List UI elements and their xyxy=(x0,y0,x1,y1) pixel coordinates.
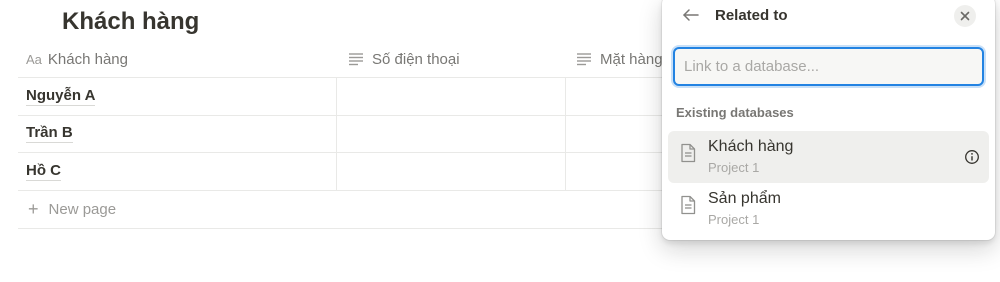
database-search-input[interactable] xyxy=(675,49,982,84)
row-name[interactable]: Trần B xyxy=(26,124,73,144)
phone-cell[interactable] xyxy=(336,78,565,115)
arrow-left-icon[interactable] xyxy=(682,8,700,22)
page-title: Khách hàng xyxy=(62,8,200,35)
page-icon xyxy=(681,195,696,215)
database-workspace: Project 1 xyxy=(708,160,760,175)
table-header: Aa Khách hàng Số điện thoại Mặt hàng xyxy=(18,40,698,78)
plus-icon: + xyxy=(28,199,39,219)
database-item-san-pham[interactable]: Sản phẩm Project 1 xyxy=(668,183,989,235)
row-name[interactable]: Nguyễn A xyxy=(26,87,96,106)
column-header-label: Mặt hàng xyxy=(600,50,663,68)
column-header-phone[interactable]: Số điện thoại xyxy=(346,40,460,78)
text-lines-icon xyxy=(346,49,366,69)
column-header-name[interactable]: Aa Khách hàng xyxy=(26,40,128,78)
column-header-item[interactable]: Mặt hàng xyxy=(574,40,663,78)
new-page-button[interactable]: + New page xyxy=(18,191,698,229)
popup-title: Related to xyxy=(715,7,788,24)
row-name[interactable]: Hồ C xyxy=(26,162,61,181)
title-property-icon: Aa xyxy=(26,51,42,67)
relation-popup: Related to Existing databases Khách hàng… xyxy=(662,0,995,240)
close-button[interactable] xyxy=(954,5,976,27)
section-label: Existing databases xyxy=(676,105,794,120)
close-icon xyxy=(960,11,970,21)
name-cell[interactable]: Hồ C xyxy=(18,153,336,190)
info-icon[interactable] xyxy=(964,149,980,165)
name-cell[interactable]: Trần B xyxy=(18,116,336,153)
text-lines-icon xyxy=(574,49,594,69)
table-row: Nguyễn A xyxy=(18,78,698,116)
table-row: Trần B xyxy=(18,115,698,153)
phone-cell[interactable] xyxy=(336,153,565,190)
page-icon xyxy=(681,143,696,163)
database-table: Aa Khách hàng Số điện thoại Mặt hàng Ngu… xyxy=(18,40,698,229)
database-name: Khách hàng xyxy=(708,138,794,155)
database-item-khach-hang[interactable]: Khách hàng Project 1 xyxy=(668,131,989,183)
phone-cell[interactable] xyxy=(336,115,565,152)
column-header-label: Số điện thoại xyxy=(372,50,460,68)
database-workspace: Project 1 xyxy=(708,212,760,227)
table-row: Hồ C xyxy=(18,153,698,191)
database-name: Sản phẩm xyxy=(708,190,781,207)
name-cell[interactable]: Nguyễn A xyxy=(18,78,336,115)
new-page-label: New page xyxy=(48,200,117,218)
column-header-label: Khách hàng xyxy=(47,50,128,68)
database-search xyxy=(673,47,984,86)
